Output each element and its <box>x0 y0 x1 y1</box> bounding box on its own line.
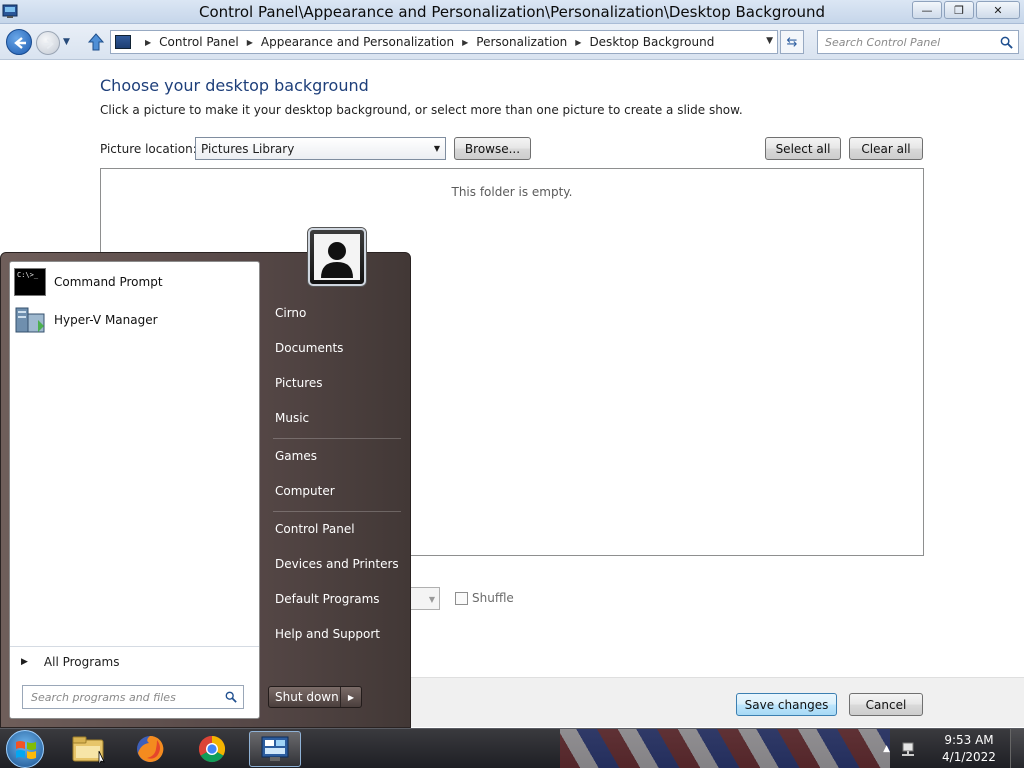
show-hidden-icons-chevron-up-icon[interactable]: ▲ <box>883 744 890 754</box>
recent-pages-chevron-down-icon[interactable]: ▼ <box>63 37 70 47</box>
start-item-label: Hyper-V Manager <box>54 313 158 327</box>
start-menu-divider <box>273 511 401 512</box>
select-all-button[interactable]: Select all <box>765 137 841 160</box>
clock[interactable]: 9:53 AM 4/1/2022 <box>928 732 1010 766</box>
start-link-pictures[interactable]: Pictures <box>267 368 405 398</box>
network-icon[interactable] <box>900 740 918 758</box>
all-programs-label: All Programs <box>43 654 120 669</box>
start-link-devices-and-printers[interactable]: Devices and Printers <box>267 549 405 579</box>
all-programs-button[interactable]: ▶ All Programs <box>10 646 259 676</box>
address-chevron-down-icon[interactable]: ▼ <box>766 36 773 46</box>
picture-position-select[interactable]: ▼ <box>408 587 440 610</box>
start-search-box[interactable] <box>22 685 244 709</box>
shuffle-checkbox[interactable]: Shuffle <box>455 591 514 605</box>
hyper-v-manager-icon <box>15 307 45 333</box>
chevron-down-icon: ▼ <box>433 144 440 153</box>
start-link-control-panel[interactable]: Control Panel <box>267 514 405 544</box>
breadcrumb-separator-icon[interactable]: ▶ <box>575 38 581 47</box>
show-desktop-button[interactable] <box>1010 729 1024 768</box>
start-search-input[interactable] <box>23 686 213 708</box>
control-panel-icon <box>115 35 131 49</box>
taskbar-firefox[interactable] <box>124 731 176 767</box>
breadcrumb-control-panel[interactable]: Control Panel <box>159 35 239 49</box>
search-icon <box>225 691 237 703</box>
windows-explorer-icon <box>72 736 105 763</box>
wallpaper-peek <box>560 729 890 768</box>
picture-location-select[interactable]: Pictures Library ▼ <box>195 137 446 160</box>
taskbar-chrome[interactable] <box>186 731 238 767</box>
start-link-computer[interactable]: Computer <box>267 476 405 506</box>
shutdown-button-group: Shut down ▶ <box>268 686 362 708</box>
breadcrumb-appearance[interactable]: Appearance and Personalization <box>261 35 454 49</box>
window-title: Control Panel\Appearance and Personaliza… <box>198 3 825 21</box>
start-button[interactable] <box>6 730 44 768</box>
windows-logo-icon <box>16 741 36 759</box>
user-icon <box>314 234 360 280</box>
search-input[interactable] <box>818 31 988 53</box>
browse-button[interactable]: Browse... <box>454 137 531 160</box>
cancel-button[interactable]: Cancel <box>849 693 923 716</box>
user-avatar[interactable] <box>308 228 366 286</box>
start-link-games[interactable]: Games <box>267 441 405 471</box>
breadcrumb-desktop-background[interactable]: Desktop Background <box>589 35 714 49</box>
start-menu: C:\>_ Command Prompt Hyper-V Manager ▶ A… <box>0 228 411 728</box>
save-changes-button[interactable]: Save changes <box>736 693 837 716</box>
breadcrumb-separator-icon[interactable]: ▶ <box>247 38 253 47</box>
start-item-label: Command Prompt <box>54 275 163 289</box>
forward-button[interactable] <box>36 31 60 55</box>
breadcrumb-separator-icon[interactable]: ▶ <box>145 38 151 47</box>
start-item-command-prompt[interactable]: C:\>_ Command Prompt <box>14 265 255 299</box>
up-arrow-icon[interactable] <box>86 32 106 52</box>
page-title: Choose your desktop background <box>100 76 369 95</box>
start-link-user[interactable]: Cirno <box>267 298 405 328</box>
refresh-button[interactable]: ⇆ <box>780 30 804 54</box>
navigation-bar: ▼ ▶ Control Panel ▶ Appearance and Perso… <box>0 24 1024 60</box>
chrome-icon <box>198 735 226 763</box>
forward-arrow-icon <box>43 38 54 50</box>
restore-button[interactable]: ❐ <box>944 1 974 19</box>
system-tray: ▲ 9:53 AM 4/1/2022 <box>883 729 1024 768</box>
command-prompt-icon: C:\>_ <box>14 268 46 296</box>
taskbar-control-panel[interactable] <box>249 731 301 767</box>
shutdown-button[interactable]: Shut down <box>269 687 341 707</box>
shuffle-label: Shuffle <box>472 591 514 605</box>
picture-location-label: Picture location: <box>100 142 197 156</box>
start-link-music[interactable]: Music <box>267 403 405 433</box>
clear-all-button[interactable]: Clear all <box>849 137 923 160</box>
chevron-right-icon: ▶ <box>21 656 28 667</box>
search-box[interactable] <box>817 30 1019 54</box>
breadcrumb-separator-icon[interactable]: ▶ <box>462 38 468 47</box>
page-description: Click a picture to make it your desktop … <box>100 103 743 117</box>
clock-date: 4/1/2022 <box>942 750 996 764</box>
minimize-button[interactable]: — <box>912 1 942 19</box>
clock-time: 9:53 AM <box>944 733 994 747</box>
chevron-down-icon: ▼ <box>428 595 435 604</box>
breadcrumb-personalization[interactable]: Personalization <box>476 35 567 49</box>
start-menu-programs-pane: C:\>_ Command Prompt Hyper-V Manager ▶ A… <box>9 261 260 719</box>
shutdown-options-chevron-right-icon[interactable]: ▶ <box>341 687 361 707</box>
picture-location-value: Pictures Library <box>201 142 295 156</box>
shuffle-checkbox-box[interactable] <box>455 591 468 605</box>
taskbar: ▲ 9:53 AM 4/1/2022 <box>0 728 1024 768</box>
title-bar[interactable]: Control Panel\Appearance and Personaliza… <box>0 0 1024 24</box>
start-link-documents[interactable]: Documents <box>267 333 405 363</box>
start-link-default-programs[interactable]: Default Programs <box>267 584 405 614</box>
control-panel-icon <box>261 736 289 761</box>
firefox-icon <box>137 735 164 762</box>
taskbar-windows-explorer[interactable] <box>62 731 114 767</box>
refresh-icon: ⇆ <box>786 34 798 50</box>
start-menu-divider <box>273 438 401 439</box>
close-button[interactable]: ✕ <box>976 1 1020 19</box>
back-button[interactable] <box>6 29 32 55</box>
back-arrow-icon <box>14 37 26 49</box>
start-link-help-and-support[interactable]: Help and Support <box>267 619 405 649</box>
address-bar[interactable]: ▶ Control Panel ▶ Appearance and Persona… <box>110 30 778 54</box>
empty-folder-message: This folder is empty. <box>451 185 573 199</box>
start-item-hyper-v-manager[interactable]: Hyper-V Manager <box>14 303 255 337</box>
search-icon <box>1000 36 1013 49</box>
